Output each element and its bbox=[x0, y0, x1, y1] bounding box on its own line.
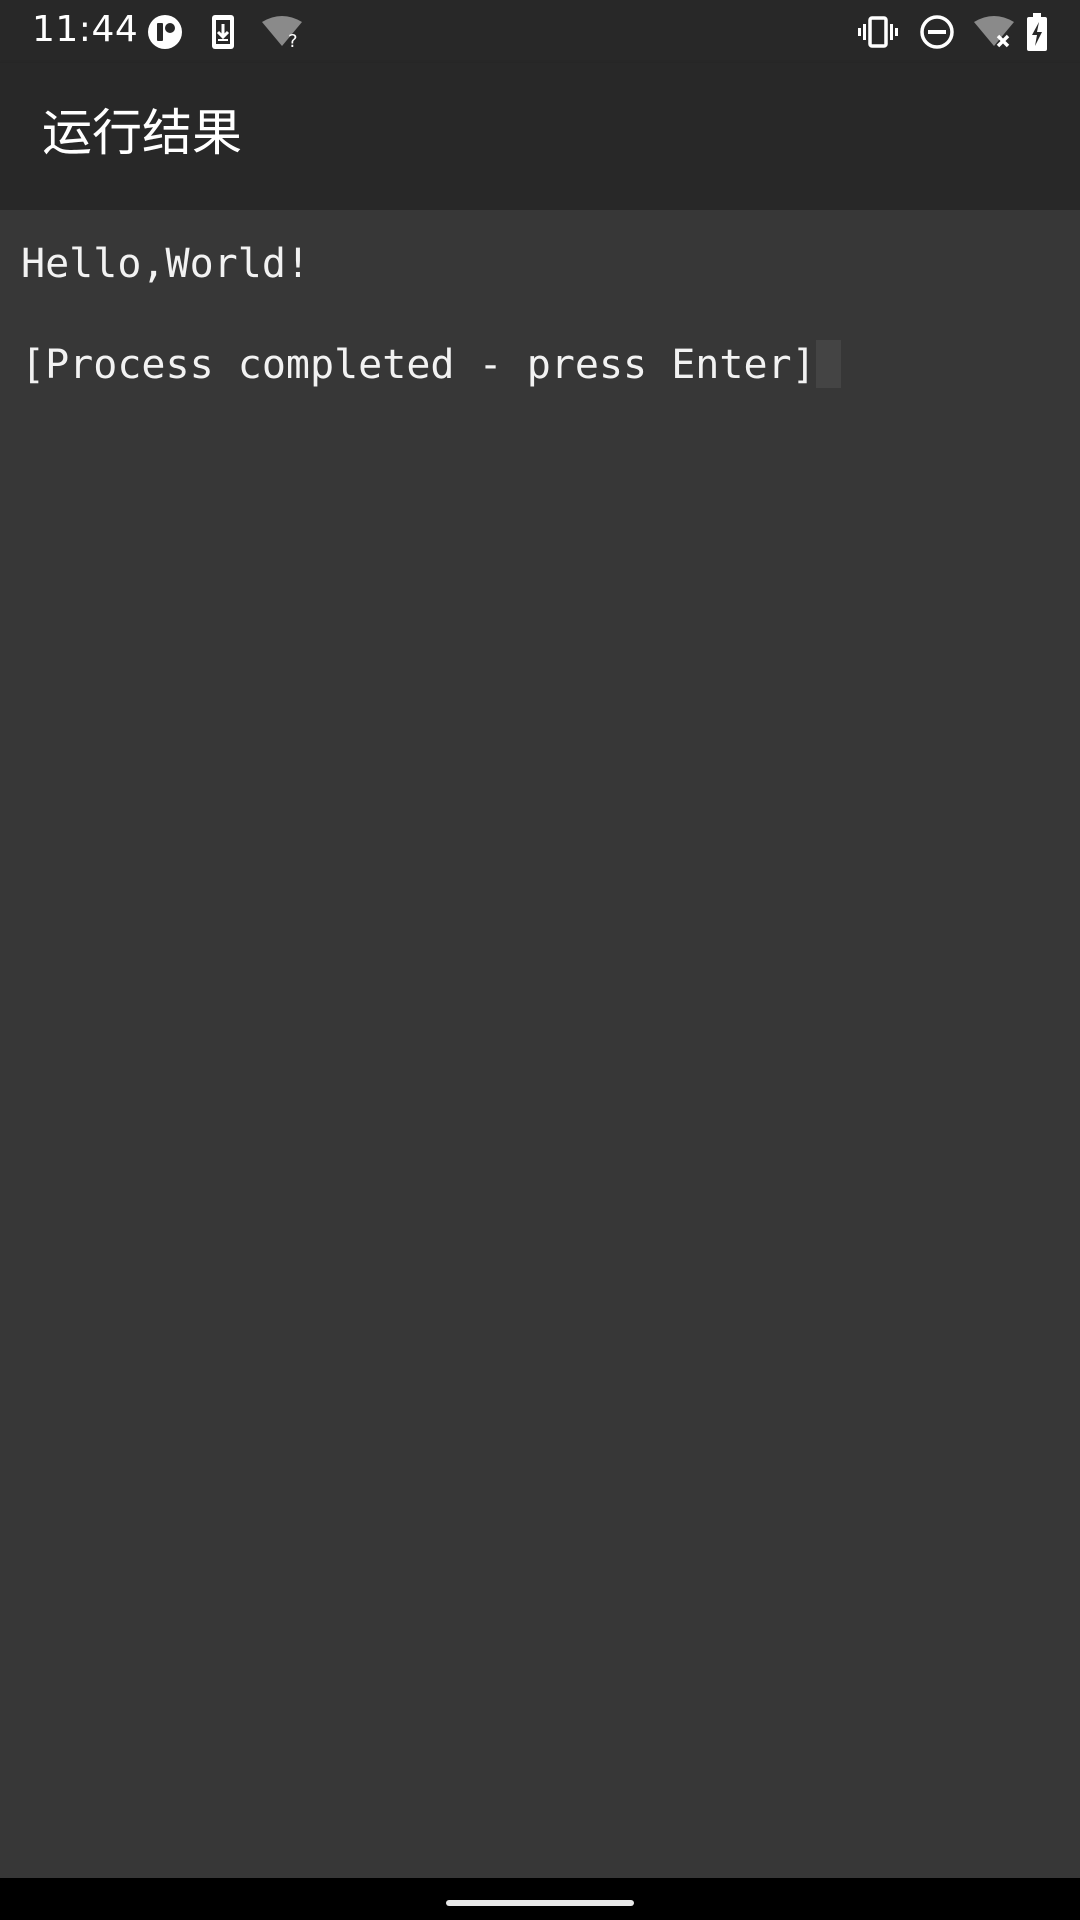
app-notification-icon bbox=[146, 0, 184, 63]
svg-text:?: ? bbox=[288, 31, 298, 50]
do-not-disturb-icon bbox=[918, 0, 956, 63]
app-bar: 运行结果 bbox=[0, 63, 1080, 210]
terminal-line: Hello,World! bbox=[21, 240, 310, 288]
wifi-no-internet-icon bbox=[972, 0, 1016, 63]
battery-charging-icon bbox=[1024, 0, 1050, 63]
status-time: 11:44 bbox=[32, 9, 139, 50]
navigation-bar bbox=[0, 1878, 1080, 1920]
download-icon bbox=[208, 0, 238, 63]
status-bar: 11:44 ? bbox=[0, 0, 1080, 63]
terminal-cursor bbox=[815, 340, 841, 388]
vibrate-icon bbox=[858, 0, 898, 63]
terminal-output[interactable]: Hello,World! [Process completed - press … bbox=[0, 210, 1080, 1878]
wifi-unknown-icon: ? bbox=[260, 0, 304, 63]
page-title: 运行结果 bbox=[42, 104, 242, 162]
terminal-line-text: [Process completed - press Enter] bbox=[21, 342, 816, 388]
terminal-line: [Process completed - press Enter] bbox=[21, 340, 841, 389]
terminal-line-text: Hello,World! bbox=[21, 241, 310, 287]
home-gesture-handle[interactable] bbox=[446, 1900, 634, 1906]
